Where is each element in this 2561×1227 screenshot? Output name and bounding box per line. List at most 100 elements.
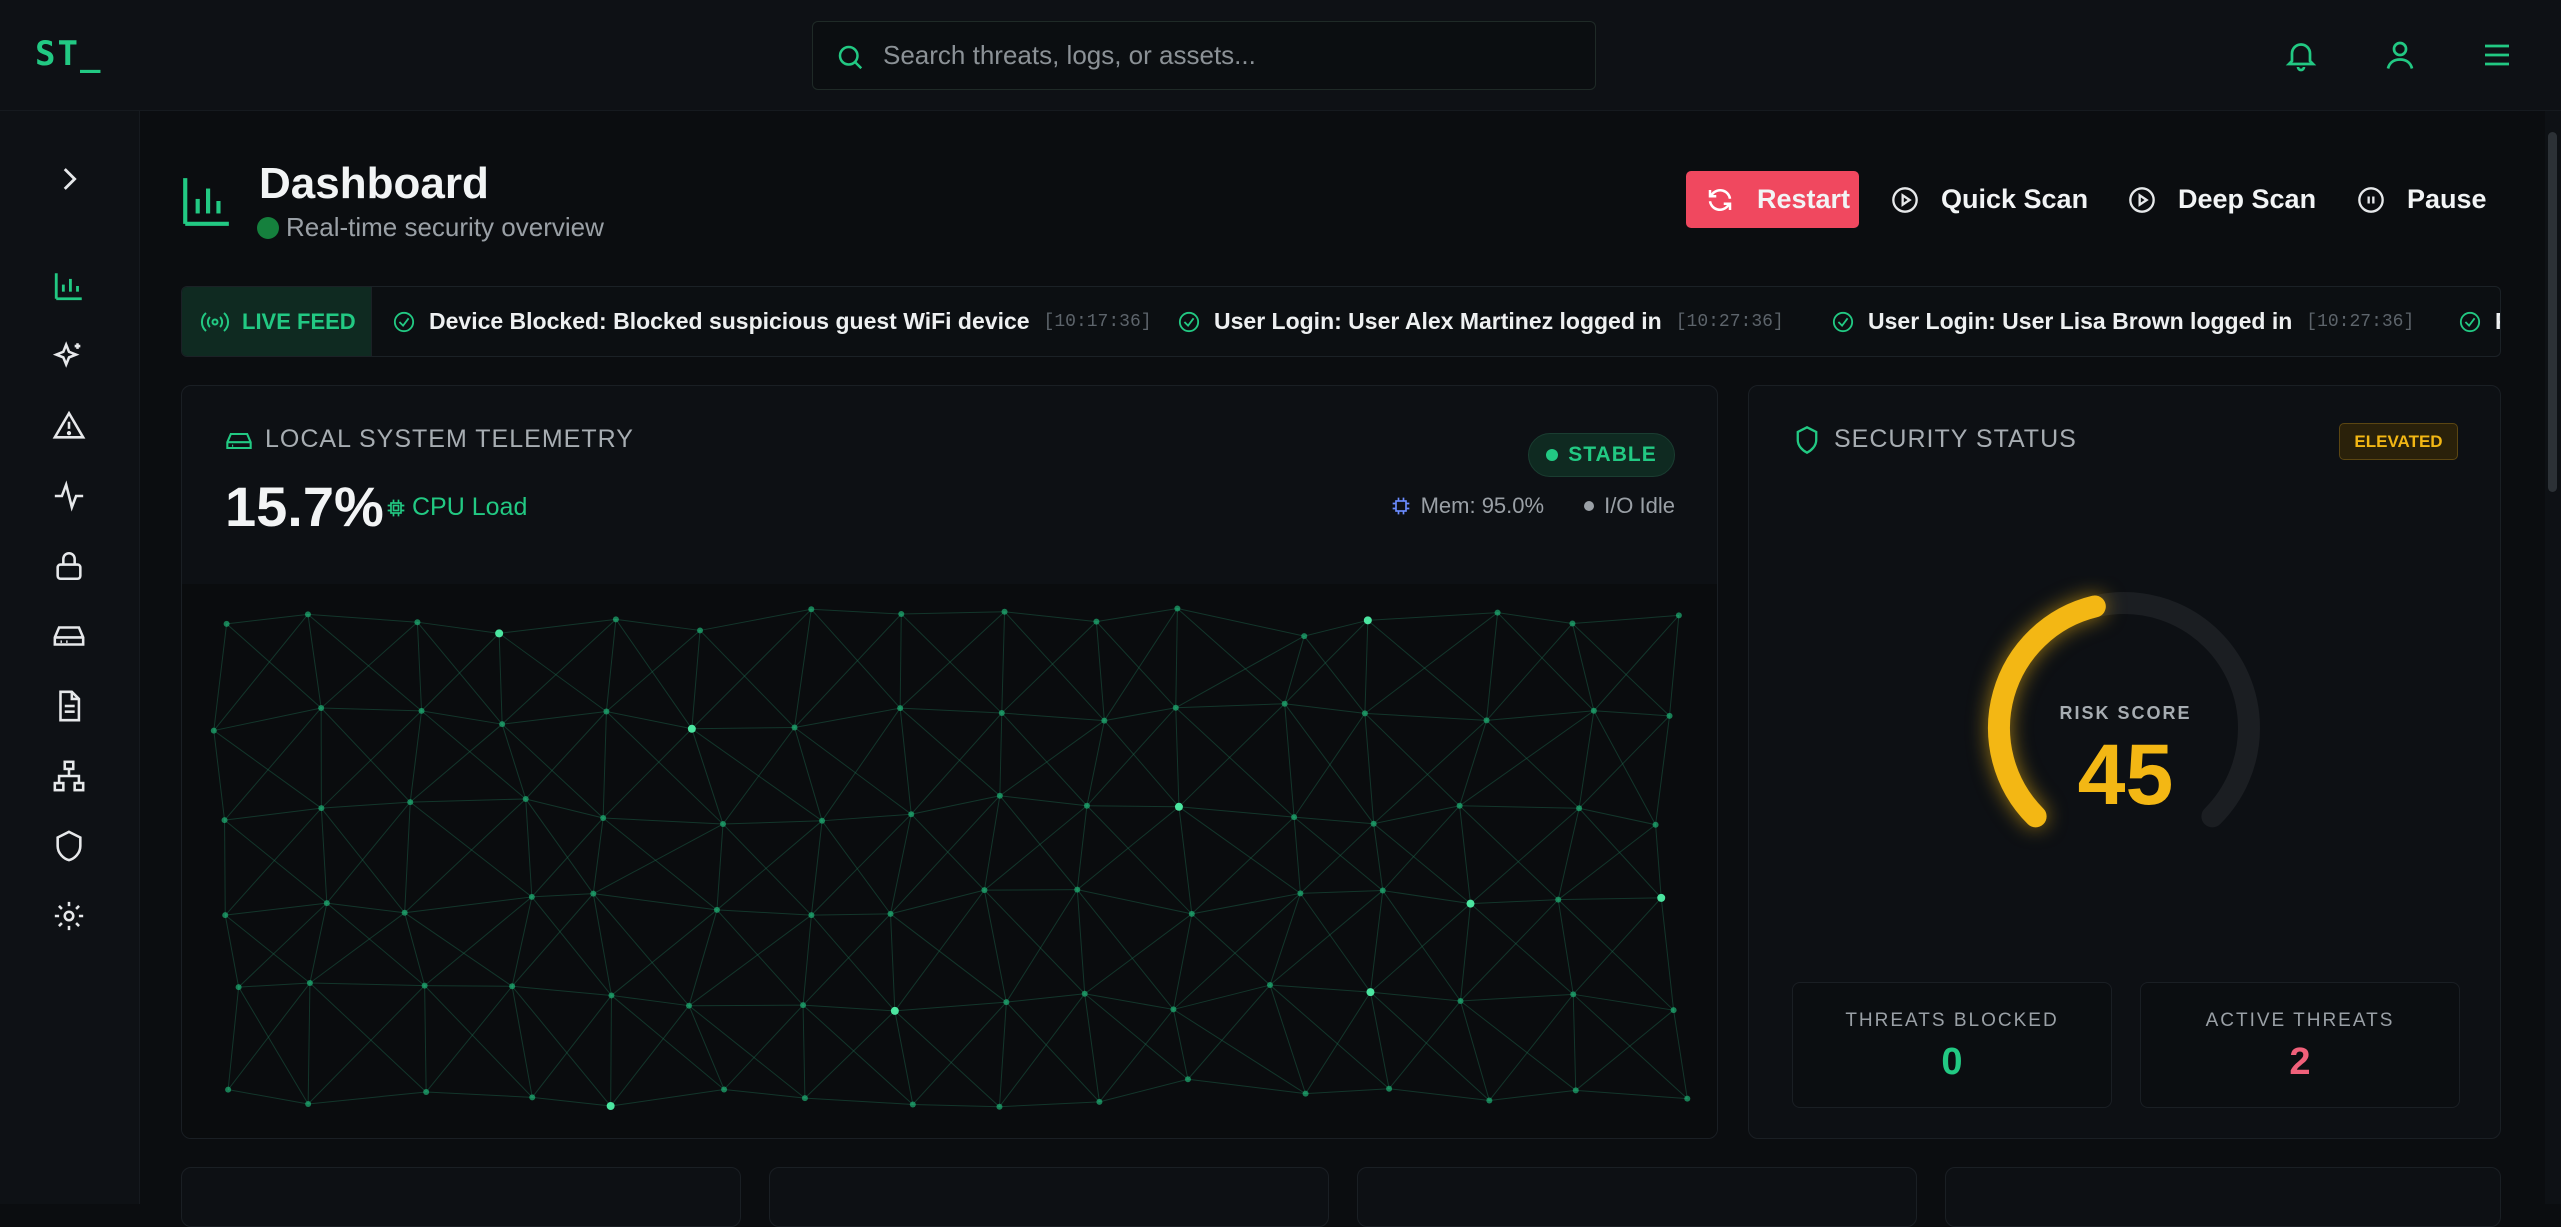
mesh-node bbox=[211, 728, 217, 734]
mesh-node bbox=[908, 811, 914, 817]
security-status-panel: SECURITY STATUS ELEVATED RISK SCORE 45 T… bbox=[1748, 385, 2501, 1139]
sidebar-item-settings[interactable] bbox=[46, 893, 92, 939]
mesh-node bbox=[1362, 710, 1368, 716]
mesh-link bbox=[214, 624, 227, 731]
mesh-link bbox=[1460, 806, 1471, 904]
mesh-node bbox=[897, 705, 903, 711]
search-box[interactable] bbox=[812, 21, 1596, 90]
mesh-link bbox=[895, 890, 985, 1011]
mesh-link bbox=[405, 913, 425, 986]
mesh-node bbox=[1386, 1086, 1392, 1092]
mesh-link bbox=[499, 633, 606, 711]
mesh-link bbox=[1461, 1001, 1576, 1090]
mesh-link bbox=[1002, 612, 1005, 713]
feed-item[interactable]: Device Blocked: Blocked suspicious guest… bbox=[393, 287, 1152, 356]
mesh-link bbox=[425, 986, 513, 987]
mesh-link bbox=[692, 609, 811, 728]
feed-item[interactable]: User Login: User Lisa Brown logged in[10… bbox=[1832, 287, 2414, 356]
pause-button[interactable]: Pause bbox=[2357, 171, 2487, 228]
mesh-link bbox=[1370, 992, 1460, 1001]
mesh-link bbox=[532, 897, 612, 996]
mesh-link bbox=[327, 903, 425, 986]
sidebar-item-dashboard[interactable] bbox=[46, 263, 92, 309]
mesh-link bbox=[1104, 609, 1177, 721]
network-icon bbox=[52, 759, 86, 793]
sidebar-item-activity[interactable] bbox=[46, 473, 92, 519]
sidebar-item-access[interactable] bbox=[46, 543, 92, 589]
mesh-node bbox=[1570, 991, 1576, 997]
mesh-link bbox=[512, 986, 532, 1097]
mesh-node bbox=[1002, 609, 1008, 615]
mesh-node bbox=[1303, 1091, 1309, 1097]
mesh-link bbox=[795, 728, 823, 821]
mesh-link bbox=[811, 609, 901, 614]
user-icon[interactable] bbox=[2382, 37, 2418, 73]
feed-item[interactable]: P bbox=[2459, 287, 2501, 356]
mesh-link bbox=[1461, 900, 1559, 1001]
restart-button[interactable]: Restart bbox=[1686, 171, 1859, 228]
mesh-link bbox=[811, 915, 894, 1011]
mesh-link bbox=[1099, 1079, 1188, 1102]
pause-circle-icon bbox=[2357, 186, 2385, 214]
mesh-node bbox=[422, 983, 428, 989]
scrollbar-thumb[interactable] bbox=[2548, 132, 2557, 492]
mesh-node bbox=[1676, 612, 1682, 618]
sidebar-item-protection[interactable] bbox=[46, 823, 92, 869]
sidebar-item-storage[interactable] bbox=[46, 613, 92, 659]
mesh-node bbox=[423, 1089, 429, 1095]
mesh-link bbox=[1294, 817, 1300, 893]
app-logo[interactable]: ST_ bbox=[35, 34, 102, 74]
mesh-link bbox=[1179, 704, 1285, 807]
refresh-icon bbox=[1705, 185, 1735, 215]
mesh-node bbox=[1074, 887, 1080, 893]
mesh-link bbox=[795, 609, 812, 727]
mesh-link bbox=[1389, 1089, 1489, 1101]
deep-scan-button[interactable]: Deep Scan bbox=[2128, 171, 2316, 228]
hard-drive-icon bbox=[52, 619, 86, 653]
file-text-icon bbox=[52, 689, 86, 723]
mesh-link bbox=[425, 986, 427, 1092]
mesh-link bbox=[422, 711, 526, 799]
mesh-node bbox=[1569, 621, 1575, 627]
sidebar-item-ai[interactable] bbox=[46, 333, 92, 379]
mesh-node bbox=[1458, 998, 1464, 1004]
mesh-node bbox=[495, 629, 503, 637]
mesh-link bbox=[1498, 613, 1594, 711]
mesh-link bbox=[308, 614, 417, 622]
mesh-link bbox=[499, 633, 502, 724]
mesh-link bbox=[611, 1089, 724, 1106]
mesh-link bbox=[1192, 893, 1301, 914]
mesh-node bbox=[1657, 894, 1665, 902]
mesh-link bbox=[891, 796, 1000, 914]
mesh-link bbox=[692, 728, 795, 729]
mesh-link bbox=[239, 983, 310, 987]
sidebar-expand-button[interactable] bbox=[46, 156, 92, 202]
sidebar-item-logs[interactable] bbox=[46, 683, 92, 729]
mesh-link bbox=[611, 995, 689, 1005]
mesh-link bbox=[1176, 704, 1285, 708]
mesh-link bbox=[999, 994, 1084, 1107]
mesh-link bbox=[512, 986, 611, 1106]
mesh-link bbox=[308, 983, 310, 1104]
bell-icon[interactable] bbox=[2283, 37, 2319, 73]
mesh-link bbox=[1002, 713, 1105, 721]
mesh-link bbox=[425, 986, 533, 1098]
mesh-link bbox=[499, 619, 616, 633]
quick-scan-button[interactable]: Quick Scan bbox=[1891, 171, 2088, 228]
sidebar-item-alerts[interactable] bbox=[46, 403, 92, 449]
mesh-link bbox=[1460, 806, 1579, 808]
mesh-link bbox=[1471, 808, 1580, 903]
menu-icon[interactable] bbox=[2479, 37, 2515, 73]
feed-item[interactable]: User Login: User Alex Martinez logged in… bbox=[1178, 287, 1784, 356]
mesh-link bbox=[900, 708, 1000, 796]
sidebar-item-network[interactable] bbox=[46, 753, 92, 799]
search-input[interactable] bbox=[883, 22, 1573, 89]
page-subtitle: Real-time security overview bbox=[286, 212, 604, 243]
mesh-node bbox=[307, 980, 313, 986]
mesh-node bbox=[603, 709, 609, 715]
mesh-link bbox=[1365, 713, 1460, 805]
mesh-link bbox=[1285, 704, 1365, 714]
mesh-link bbox=[526, 799, 532, 897]
mesh-node bbox=[529, 894, 535, 900]
mesh-node bbox=[607, 1102, 615, 1110]
